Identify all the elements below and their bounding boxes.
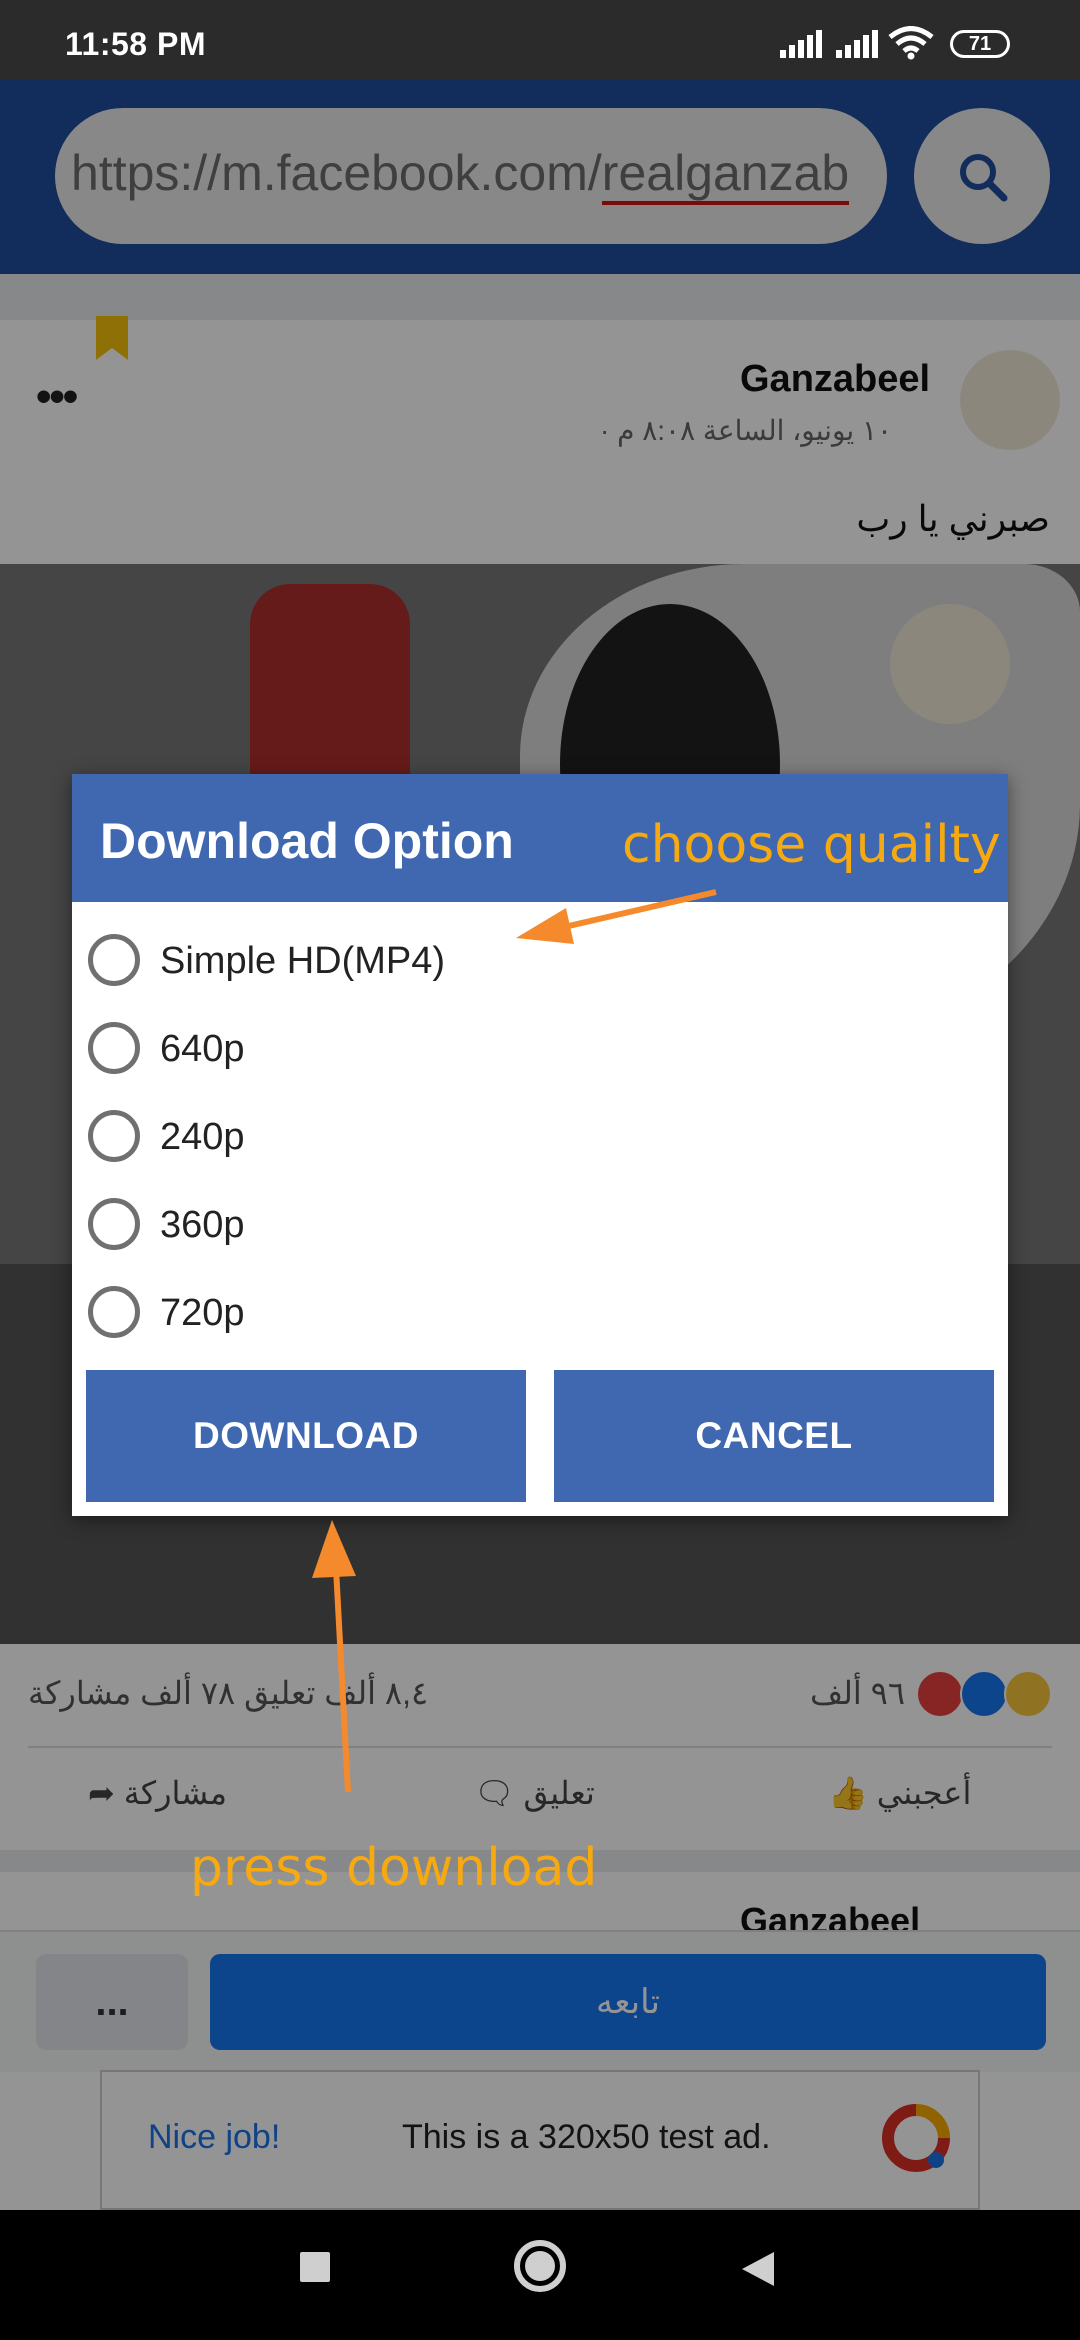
signal-icon (780, 30, 822, 58)
download-button[interactable]: DOWNLOAD (86, 1370, 526, 1502)
quality-option-label: 360p (160, 1204, 245, 1246)
radio-button[interactable] (88, 934, 140, 986)
quality-option-label: Simple HD(MP4) (160, 940, 446, 982)
quality-option-label: 720p (160, 1292, 245, 1334)
system-nav-bar (0, 2210, 1080, 2340)
radio-button[interactable] (88, 1286, 140, 1338)
annotation-press-download: press download (190, 1838, 598, 1898)
quality-option-label: 240p (160, 1116, 245, 1158)
quality-option[interactable]: Simple HD(MP4) (88, 924, 788, 1004)
battery-icon: 71 (950, 30, 1010, 58)
download-option-dialog: Download Option Simple HD(MP4) 640p 240p… (72, 774, 1008, 1516)
recents-icon[interactable] (300, 2252, 330, 2282)
radio-button[interactable] (88, 1022, 140, 1074)
quality-option[interactable]: 360p (88, 1188, 788, 1268)
back-icon[interactable] (740, 2250, 776, 2288)
quality-option[interactable]: 720p (88, 1276, 788, 1356)
quality-option-label: 640p (160, 1028, 245, 1070)
radio-button[interactable] (88, 1110, 140, 1162)
quality-option[interactable]: 640p (88, 1012, 788, 1092)
annotation-choose-quality: choose quailty (622, 815, 1001, 875)
cancel-button[interactable]: CANCEL (554, 1370, 994, 1502)
dialog-title: Download Option (100, 813, 514, 869)
radio-button[interactable] (88, 1198, 140, 1250)
status-time: 11:58 PM (65, 26, 206, 62)
wifi-icon (888, 26, 934, 60)
home-icon[interactable] (514, 2240, 566, 2292)
signal-icon-2 (836, 30, 878, 58)
quality-option[interactable]: 240p (88, 1100, 788, 1180)
status-bar: 11:58 PM 71 (0, 0, 1080, 80)
